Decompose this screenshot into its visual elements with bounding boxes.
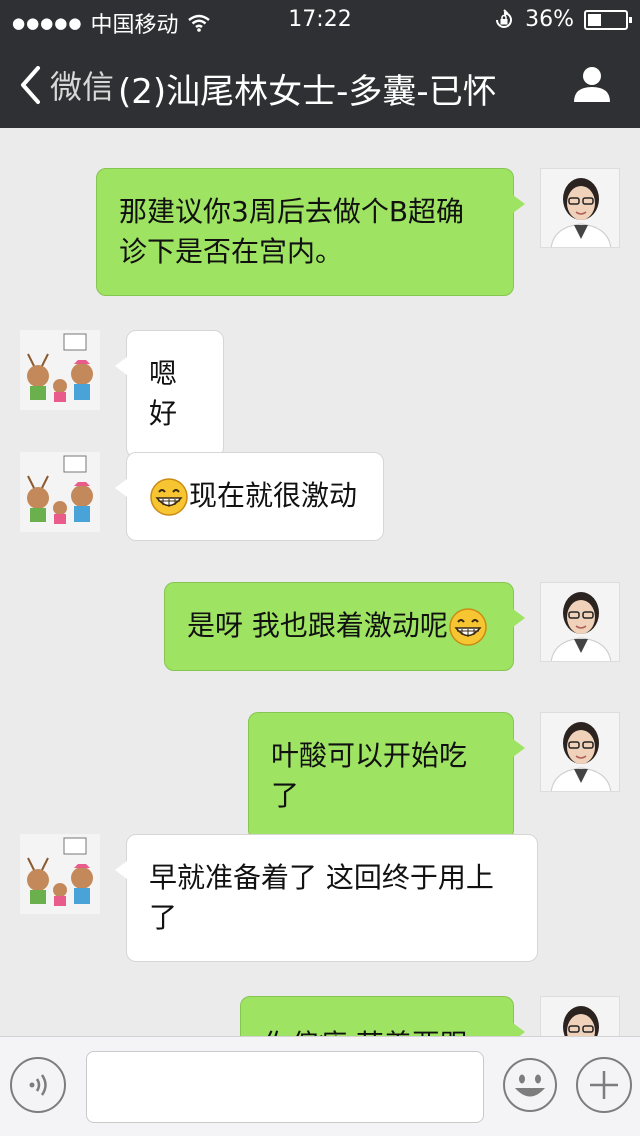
message-bubble[interactable]: 嗯好: [115, 330, 224, 458]
page-title: (2)汕尾林女士-多囊-已怀: [118, 72, 497, 112]
profile-icon[interactable]: [572, 64, 612, 104]
message-text: 那建议你3周后去做个B超确诊下是否在宫内。: [119, 195, 465, 268]
message-text: 嗯好: [149, 357, 178, 430]
chevron-left-icon: [21, 66, 40, 104]
input-bar: [0, 1036, 640, 1136]
message-text: 早就准备着了 这回终于用上了: [149, 861, 494, 934]
message-bubble[interactable]: 那建议你3周后去做个B超确诊下是否在宫内。: [96, 168, 525, 296]
doctor-avatar[interactable]: [540, 712, 620, 792]
grin-emoji-icon: [449, 608, 487, 646]
voice-button[interactable]: [10, 1057, 66, 1113]
back-button[interactable]: 微信: [18, 62, 114, 108]
message-bubble[interactable]: 叶酸可以开始吃了: [248, 712, 525, 840]
plus-button[interactable]: [576, 1057, 632, 1113]
message-text: 你偏瘦 营养要跟上: [263, 1028, 468, 1036]
message-input[interactable]: [86, 1051, 484, 1123]
patient-photo: [20, 452, 100, 532]
voice-icon: [29, 1074, 47, 1096]
chat-area[interactable]: 那建议你3周后去做个B超确诊下是否在宫内。 嗯好 现在就很激动 是呀 我也跟着激…: [0, 128, 640, 1036]
patient-avatar[interactable]: [20, 330, 100, 410]
patient-photo: [20, 834, 100, 914]
orientation-lock-icon: [496, 8, 513, 28]
message-bubble[interactable]: 你偏瘦 营养要跟上: [240, 996, 525, 1036]
message-text: 现在就很激动: [189, 479, 358, 512]
grin-emoji-icon: [150, 478, 188, 516]
status-bar: ●●●●● 中国移动 17:22 36%: [0, 0, 640, 40]
doctor-photo: [541, 583, 619, 661]
message-bubble[interactable]: 早就准备着了 这回终于用上了: [115, 834, 538, 962]
message-text: 是呀 我也跟着激动呢: [187, 609, 448, 642]
battery-fill: [588, 13, 601, 26]
doctor-photo: [541, 997, 619, 1036]
patient-avatar[interactable]: [20, 452, 100, 532]
status-right: 36%: [493, 7, 632, 32]
message-bubble[interactable]: 现在就很激动: [115, 452, 384, 541]
message-text: 叶酸可以开始吃了: [271, 739, 468, 812]
nav-bar: 微信 (2)汕尾林女士-多囊-已怀: [0, 40, 640, 128]
back-label: 微信: [50, 68, 115, 106]
doctor-avatar[interactable]: [540, 996, 620, 1036]
doctor-avatar[interactable]: [540, 168, 620, 248]
battery-percent: 36%: [525, 7, 574, 32]
doctor-photo: [541, 169, 619, 247]
doctor-avatar[interactable]: [540, 582, 620, 662]
message-bubble[interactable]: 是呀 我也跟着激动呢: [164, 582, 525, 671]
battery-icon: [584, 9, 632, 30]
doctor-photo: [541, 713, 619, 791]
patient-avatar[interactable]: [20, 834, 100, 914]
plus-icon: [590, 1071, 618, 1099]
patient-photo: [20, 330, 100, 410]
emoji-icon[interactable]: [502, 1057, 558, 1113]
